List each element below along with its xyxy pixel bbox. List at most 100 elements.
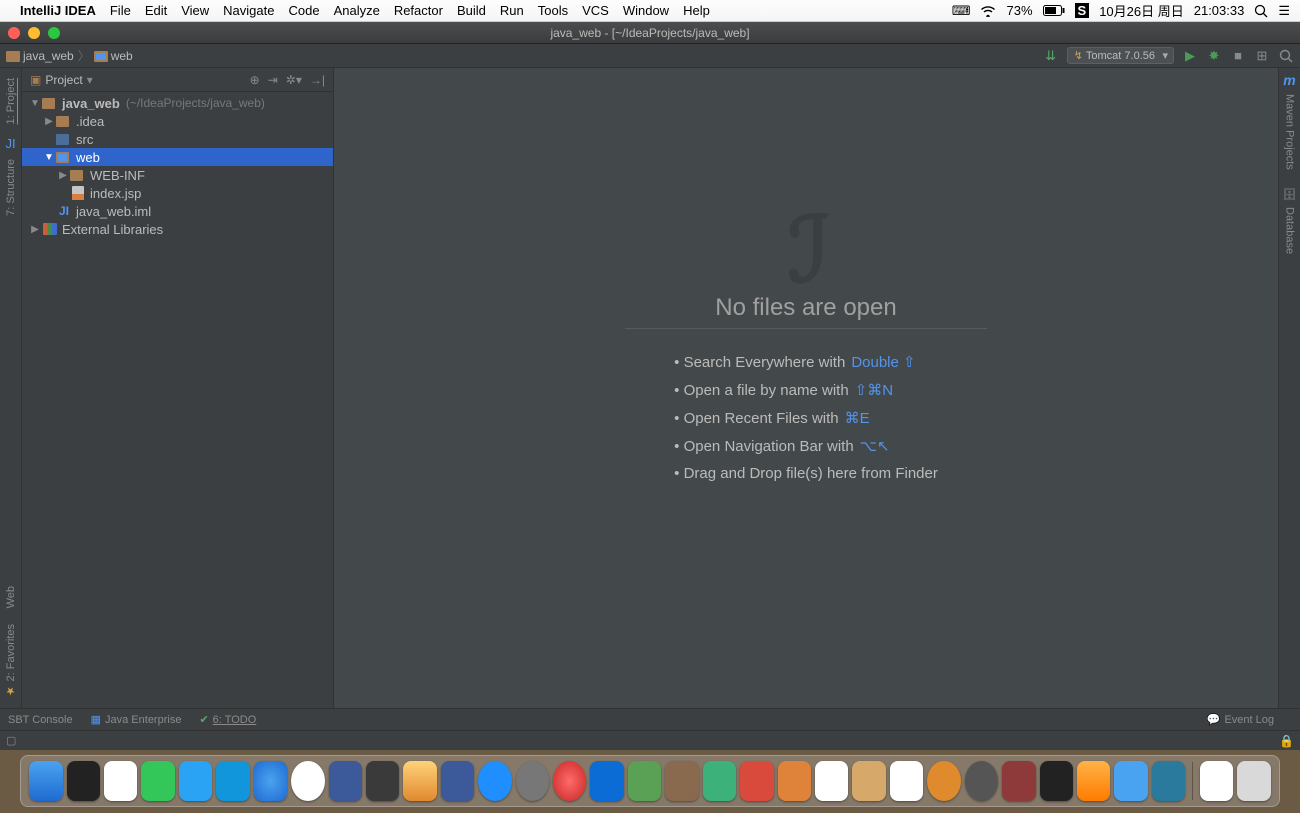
- menubar-time[interactable]: 21:03:33: [1194, 3, 1245, 18]
- collapse-all-icon[interactable]: ⇥: [268, 73, 278, 87]
- scroll-from-source-icon[interactable]: ⊕: [250, 73, 260, 87]
- spotlight-icon[interactable]: [1254, 4, 1268, 18]
- app-name[interactable]: IntelliJ IDEA: [20, 3, 96, 18]
- expand-arrow-icon[interactable]: ▶: [42, 116, 56, 127]
- dock-app[interactable]: [104, 761, 137, 801]
- menu-window[interactable]: Window: [623, 3, 669, 18]
- zoom-window-button[interactable]: [48, 27, 60, 39]
- run-button[interactable]: ▶: [1182, 48, 1198, 64]
- dock-app[interactable]: [927, 761, 960, 801]
- hide-panel-icon[interactable]: →|: [310, 73, 325, 87]
- sogou-icon[interactable]: S: [1075, 3, 1090, 18]
- dock-app[interactable]: [665, 761, 698, 801]
- tool-windows-toggle-icon[interactable]: ▢: [6, 734, 16, 747]
- expand-arrow-icon[interactable]: ▼: [28, 98, 42, 109]
- menu-view[interactable]: View: [181, 3, 209, 18]
- dock-app[interactable]: [141, 761, 174, 801]
- expand-arrow-icon[interactable]: ▶: [56, 170, 70, 181]
- menu-build[interactable]: Build: [457, 3, 486, 18]
- dock-app[interactable]: [441, 761, 474, 801]
- expand-arrow-icon[interactable]: ▶: [28, 224, 42, 235]
- database-tool-tab[interactable]: Database: [1284, 201, 1296, 260]
- dock-app[interactable]: [516, 761, 549, 801]
- structure-tool-tab[interactable]: 7: Structure: [5, 153, 17, 222]
- menu-run[interactable]: Run: [500, 3, 524, 18]
- breadcrumb-root[interactable]: java_web: [23, 49, 74, 63]
- dock-app[interactable]: [703, 761, 736, 801]
- menu-refactor[interactable]: Refactor: [394, 3, 443, 18]
- tree-web[interactable]: ▼ web: [22, 148, 333, 166]
- dock-app[interactable]: [1200, 761, 1233, 801]
- menu-code[interactable]: Code: [288, 3, 319, 18]
- java-ee-tab[interactable]: ▦Java Enterprise: [91, 713, 182, 726]
- dock-app[interactable]: [366, 761, 399, 801]
- close-window-button[interactable]: [8, 27, 20, 39]
- tree-idea[interactable]: ▶ .idea: [22, 112, 333, 130]
- menu-vcs[interactable]: VCS: [582, 3, 609, 18]
- tree-src[interactable]: src: [22, 130, 333, 148]
- breadcrumb-web[interactable]: web: [111, 49, 133, 63]
- lock-icon[interactable]: 🔒: [1279, 734, 1294, 748]
- dock-app[interactable]: [740, 761, 773, 801]
- wifi-icon[interactable]: [980, 5, 996, 17]
- tree-index-jsp[interactable]: index.jsp: [22, 184, 333, 202]
- dock-app[interactable]: [254, 761, 287, 801]
- menu-tools[interactable]: Tools: [538, 3, 568, 18]
- search-icon[interactable]: [1278, 48, 1294, 64]
- menu-help[interactable]: Help: [683, 3, 710, 18]
- tree-external-libs[interactable]: ▶ External Libraries: [22, 220, 333, 238]
- editor-area[interactable]: ℐ No files are open • Search Everywhere …: [334, 68, 1278, 708]
- menu-edit[interactable]: Edit: [145, 3, 167, 18]
- event-log-tab[interactable]: 💬Event Log: [1207, 713, 1274, 726]
- expand-arrow-icon[interactable]: ▼: [42, 152, 56, 163]
- dock-app[interactable]: [1114, 761, 1147, 801]
- dock-app[interactable]: [590, 761, 623, 801]
- project-tool-tab[interactable]: 1: Project: [5, 72, 17, 130]
- dock-app[interactable]: [628, 761, 661, 801]
- breadcrumb[interactable]: java_web 〉 web: [6, 47, 133, 64]
- dock-app[interactable]: [890, 761, 923, 801]
- maven-tool-tab[interactable]: Maven Projects: [1284, 88, 1296, 176]
- dock-app[interactable]: [1152, 761, 1185, 801]
- dock-app[interactable]: [815, 761, 848, 801]
- dock-app[interactable]: [478, 761, 511, 801]
- tree-iml[interactable]: JI java_web.iml: [22, 202, 333, 220]
- project-tree[interactable]: ▼ java_web(~/IdeaProjects/java_web) ▶ .i…: [22, 92, 333, 708]
- dock-app[interactable]: [1040, 761, 1073, 801]
- keyboard-icon[interactable]: ⌨: [952, 3, 971, 19]
- tree-root[interactable]: ▼ java_web(~/IdeaProjects/java_web): [22, 94, 333, 112]
- dock-app[interactable]: [179, 761, 212, 801]
- sbt-console-tab[interactable]: SBT Console: [8, 714, 73, 726]
- favorites-tool-tab[interactable]: ★ 2: Favorites: [4, 618, 17, 704]
- dock-trash[interactable]: [1237, 761, 1270, 801]
- dock-app[interactable]: [1002, 761, 1035, 801]
- dock-app[interactable]: [553, 761, 586, 801]
- structure-icon[interactable]: ⊞: [1254, 48, 1270, 64]
- dock-app[interactable]: [29, 761, 62, 801]
- run-configuration-dropdown[interactable]: ↯Tomcat 7.0.56: [1067, 47, 1174, 64]
- battery-icon[interactable]: [1043, 5, 1065, 16]
- dock-app[interactable]: [852, 761, 885, 801]
- dock-app[interactable]: [67, 761, 100, 801]
- dock-app-intellij[interactable]: [329, 761, 362, 801]
- todo-tab[interactable]: ✔6: TODO: [199, 713, 256, 726]
- dock-app[interactable]: [1077, 761, 1110, 801]
- tree-webinf[interactable]: ▶ WEB-INF: [22, 166, 333, 184]
- menu-analyze[interactable]: Analyze: [334, 3, 380, 18]
- dock-app[interactable]: [778, 761, 811, 801]
- dock-app[interactable]: [965, 761, 998, 801]
- gear-icon[interactable]: ✲▾: [286, 73, 302, 87]
- dock-app[interactable]: [403, 761, 436, 801]
- dock-app[interactable]: [216, 761, 249, 801]
- stop-button[interactable]: ■: [1230, 48, 1246, 64]
- menubar-date[interactable]: 10月26日 周日: [1099, 1, 1184, 20]
- minimize-window-button[interactable]: [28, 27, 40, 39]
- make-project-icon[interactable]: ⇊: [1043, 48, 1059, 64]
- web-tool-tab[interactable]: Web: [5, 580, 17, 614]
- project-panel-title[interactable]: Project: [45, 73, 82, 87]
- notification-icon[interactable]: ☰: [1278, 3, 1290, 19]
- menu-file[interactable]: File: [110, 3, 131, 18]
- debug-button[interactable]: ✸: [1206, 48, 1222, 64]
- menu-navigate[interactable]: Navigate: [223, 3, 274, 18]
- dock-app[interactable]: [291, 761, 324, 801]
